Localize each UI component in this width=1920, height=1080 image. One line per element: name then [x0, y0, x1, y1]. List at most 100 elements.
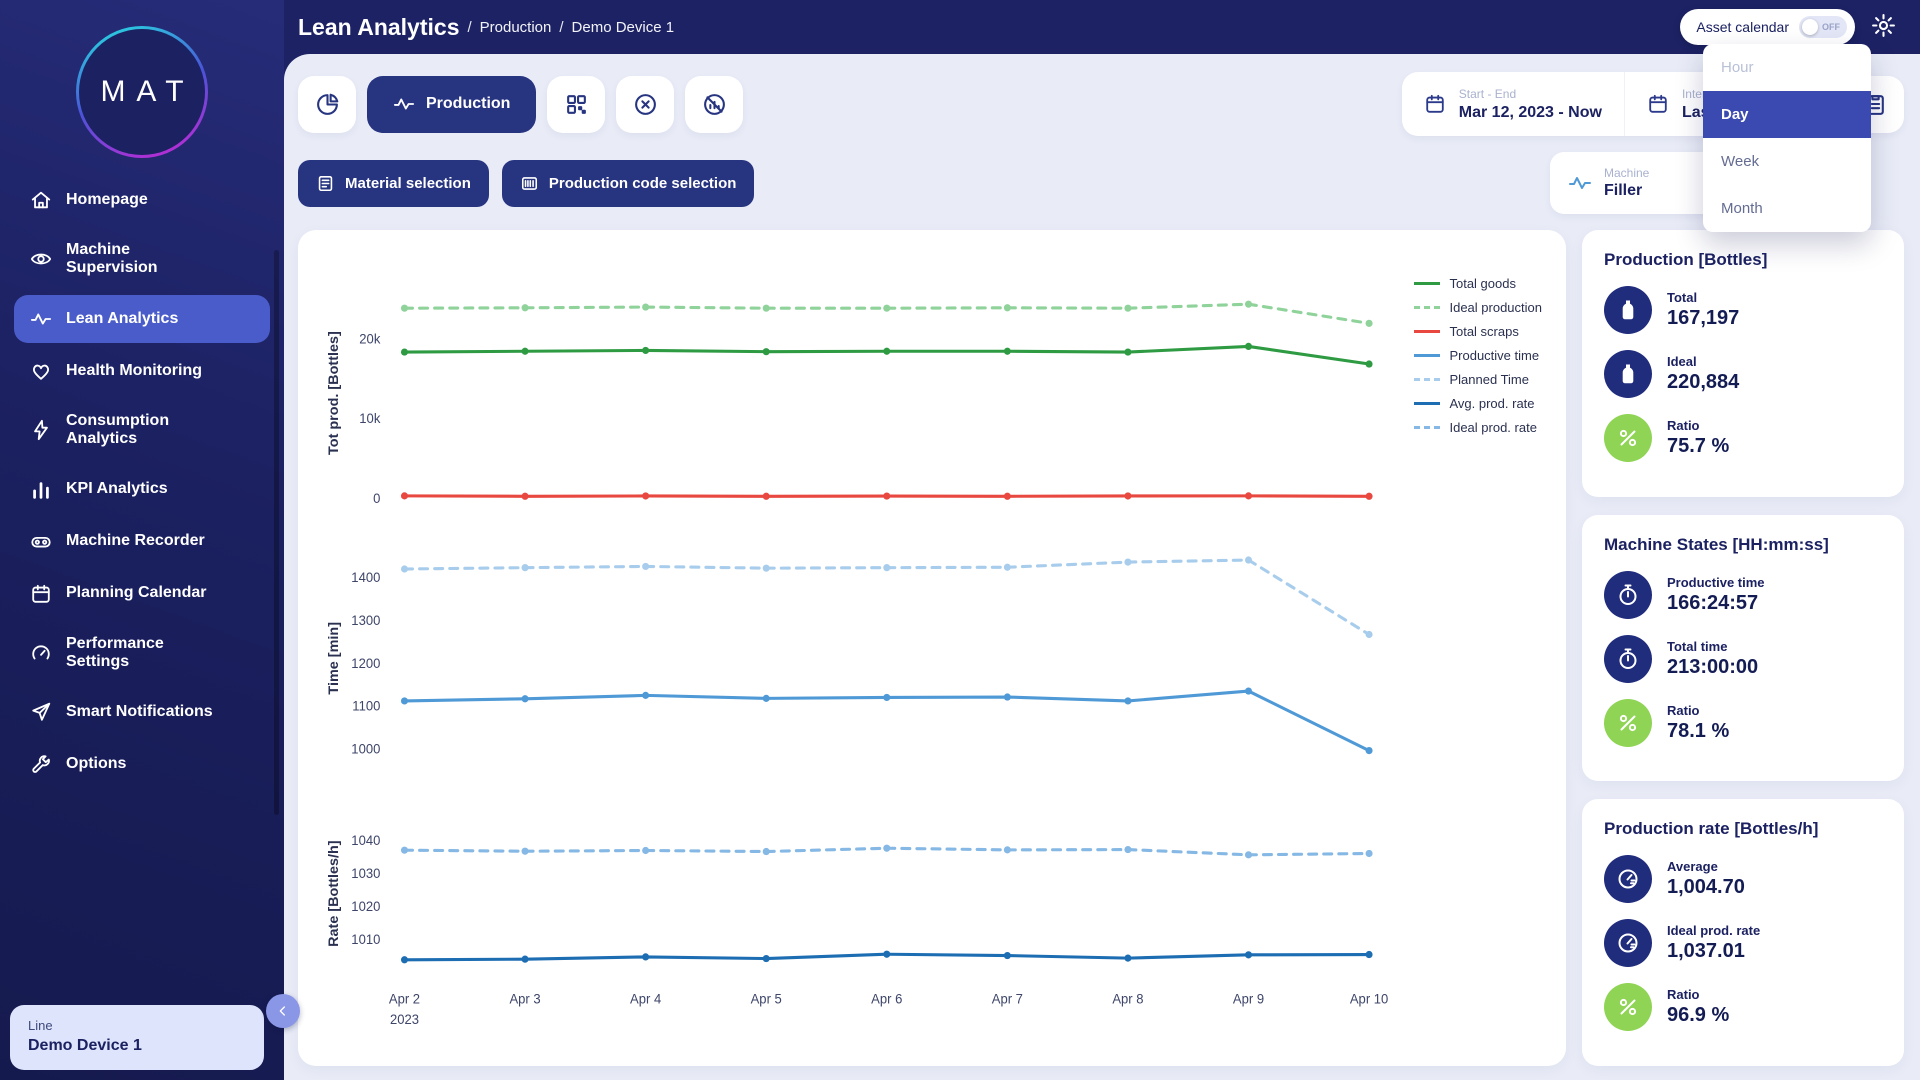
- dropdown-option-week[interactable]: Week: [1703, 138, 1871, 185]
- svg-text:Apr 7: Apr 7: [992, 991, 1023, 1006]
- stat-icon-circle: [1604, 634, 1652, 683]
- sidebar-item-health-monitoring[interactable]: Health Monitoring: [14, 347, 270, 395]
- svg-text:Rate [Bottles/h]: Rate [Bottles/h]: [326, 840, 342, 946]
- date-range-picker[interactable]: Start - End Mar 12, 2023 - Now: [1402, 72, 1624, 136]
- sidebar-item-machine-supervision[interactable]: Machine Supervision: [14, 228, 270, 291]
- stat-value: 220,884: [1667, 371, 1740, 393]
- svg-text:10k: 10k: [359, 411, 380, 426]
- sidebar-item-label: Performance Settings: [66, 634, 164, 670]
- stat-row-total: Total 167,197: [1604, 286, 1882, 334]
- bottle-icon: [1622, 300, 1634, 320]
- stat-value: 1,037.01: [1667, 940, 1745, 963]
- calendar-icon: [1649, 94, 1667, 113]
- legend-label: Ideal production: [1449, 300, 1542, 315]
- sidebar-item-options[interactable]: Options: [14, 740, 270, 788]
- sidebar-item-label: Machine Supervision: [66, 241, 158, 277]
- dropdown-option-day[interactable]: Day: [1703, 91, 1871, 138]
- wrench-icon: [32, 755, 50, 774]
- legend-item-planned-time[interactable]: Planned Time: [1414, 372, 1542, 387]
- production-view-button[interactable]: Production: [367, 75, 537, 133]
- pie-chart-view-button[interactable]: [298, 75, 356, 133]
- settings-gear-button[interactable]: [1871, 13, 1896, 41]
- sidebar-scrollbar[interactable]: [274, 250, 279, 815]
- production-code-selection-button[interactable]: Production code selection: [501, 159, 755, 207]
- stat-icon-circle: [1604, 414, 1652, 462]
- legend-item-productive-time[interactable]: Productive time: [1414, 348, 1542, 363]
- asset-calendar-label: Asset calendar: [1696, 19, 1789, 35]
- chart-legend: Total goods Ideal production Total scraps P…: [1414, 276, 1542, 435]
- dropdown-option-hour[interactable]: Hour: [1703, 44, 1871, 91]
- machine-card-label: Machine: [1604, 166, 1650, 180]
- stat-icon-circle: [1604, 698, 1652, 747]
- heart-icon: [32, 364, 50, 380]
- stat-icon-circle: [1604, 350, 1652, 398]
- legend-item-ideal-production[interactable]: Ideal production: [1414, 300, 1542, 315]
- sidebar-item-label: Homepage: [66, 190, 148, 208]
- svg-text:Time [min]: Time [min]: [326, 622, 342, 695]
- main-area: Production Start - End Mar 12, 2023 - No…: [284, 54, 1920, 1080]
- barcode-icon: [521, 176, 537, 190]
- stat-row-productive-time: Productive time 166:24:57: [1604, 570, 1882, 619]
- stat-label: Productive time: [1667, 574, 1765, 590]
- breadcrumb-production[interactable]: Production: [480, 19, 552, 36]
- sidebar-item-performance-settings[interactable]: Performance Settings: [14, 622, 270, 685]
- line-chart-icon: [393, 98, 415, 110]
- stat-value: 78.1 %: [1667, 719, 1730, 742]
- svg-text:1020: 1020: [351, 899, 380, 914]
- asset-calendar-switch[interactable]: OFF: [1799, 16, 1847, 38]
- top-header: Lean Analytics / Production / Demo Devic…: [284, 0, 1920, 54]
- percent-icon: [1619, 714, 1637, 731]
- sidebar-item-planning-calendar[interactable]: Planning Calendar: [14, 570, 270, 618]
- sidebar-item-homepage[interactable]: Homepage: [14, 176, 270, 224]
- device-selector-card[interactable]: Line Demo Device 1: [10, 1005, 264, 1070]
- legend-item-ideal-prod-rate[interactable]: Ideal prod. rate: [1414, 420, 1542, 435]
- stat-label: Ideal prod. rate: [1667, 923, 1761, 939]
- filter-row: Material selection Production code selec…: [298, 152, 1904, 214]
- toggle-state-label: OFF: [1822, 22, 1840, 32]
- stat-label: Total: [1667, 290, 1698, 305]
- legend-item-total-scraps[interactable]: Total scraps: [1414, 324, 1542, 339]
- speedo-icon: [1618, 933, 1638, 953]
- sidebar-item-smart-notifications[interactable]: Smart Notifications: [14, 688, 270, 736]
- legend-label: Avg. prod. rate: [1449, 396, 1535, 411]
- stat-value: 167,197: [1667, 307, 1740, 329]
- cancel-view-button[interactable]: [616, 75, 675, 133]
- no-data-view-button[interactable]: [685, 75, 744, 133]
- gear-icon: [1872, 14, 1895, 37]
- asset-calendar-toggle-pill[interactable]: Asset calendar OFF: [1680, 9, 1855, 45]
- stat-label: Ideal: [1667, 354, 1697, 369]
- sidebar-item-lean-analytics[interactable]: Lean Analytics: [14, 294, 270, 343]
- breadcrumb-device[interactable]: Demo Device 1: [572, 19, 675, 36]
- legend-label: Total scraps: [1449, 324, 1519, 339]
- qr-grid-view-button[interactable]: [547, 75, 606, 133]
- svg-text:1400: 1400: [351, 570, 380, 585]
- no-data-chart-icon: [704, 93, 725, 115]
- dropdown-option-month[interactable]: Month: [1703, 185, 1871, 232]
- sidebar-item-label: KPI Analytics: [66, 480, 168, 498]
- device-name: Demo Device 1: [28, 1037, 142, 1054]
- stat-card-production-rate-bottles-h: Production rate [Bottles/h] Average 1,004.…: [1582, 799, 1904, 1067]
- home-icon: [31, 191, 51, 209]
- svg-text:1100: 1100: [352, 698, 380, 713]
- sidebar-item-machine-recorder[interactable]: Machine Recorder: [14, 518, 270, 566]
- sidebar-item-label: Smart Notifications: [66, 703, 213, 721]
- stat-icon-circle: [1604, 983, 1652, 1032]
- activity-icon: [30, 313, 52, 325]
- stat-icon-circle: [1604, 286, 1652, 334]
- stat-label: Ratio: [1667, 987, 1700, 1003]
- machine-card-value: Filler: [1604, 182, 1643, 199]
- legend-swatch: [1414, 306, 1441, 309]
- material-selection-button[interactable]: Material selection: [298, 159, 489, 207]
- stats-column: Production [Bottles] Total 167,197 Ideal 220…: [1582, 230, 1904, 1067]
- legend-item-avg-prod-rate[interactable]: Avg. prod. rate: [1414, 396, 1542, 411]
- stat-row-ratio: Ratio 78.1 %: [1604, 698, 1882, 747]
- sidebar-item-kpi-analytics[interactable]: KPI Analytics: [14, 466, 270, 514]
- sidebar-collapse-button[interactable]: [266, 994, 300, 1028]
- production-chart-card: 0 10k 20k Tot prod. [Bottles] 1000 1100 1200 13…: [298, 230, 1566, 1066]
- legend-swatch: [1414, 282, 1441, 285]
- svg-text:Apr 2: Apr 2: [389, 991, 420, 1006]
- calendar-icon: [32, 584, 50, 603]
- svg-text:1010: 1010: [351, 932, 380, 947]
- sidebar-item-consumption-analytics[interactable]: Consumption Analytics: [14, 399, 270, 462]
- legend-item-total-goods[interactable]: Total goods: [1414, 276, 1542, 291]
